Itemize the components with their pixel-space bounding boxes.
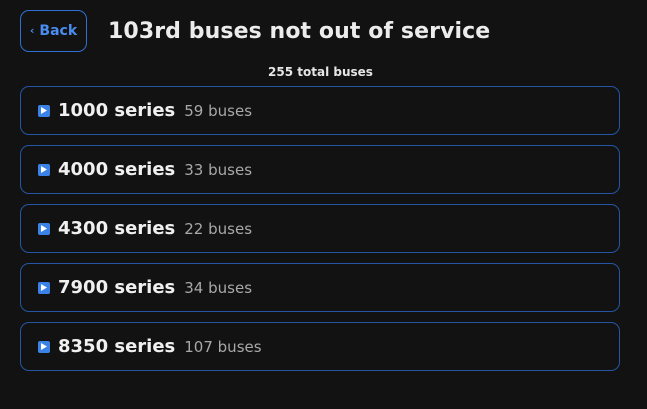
page-title: 103rd buses not out of service: [108, 18, 491, 44]
series-name: 4000 series: [58, 159, 176, 180]
header: ‹ Back 103rd buses not out of service: [20, 9, 620, 53]
series-name: 8350 series: [58, 336, 176, 357]
play-icon: [38, 104, 50, 117]
series-count: 22 buses: [184, 219, 253, 238]
series-item-1000[interactable]: 1000 series 59 buses: [20, 86, 620, 135]
page: ‹ Back 103rd buses not out of service 25…: [0, 9, 647, 409]
play-icon: [38, 340, 50, 353]
total-buses-count: 255 total buses: [268, 65, 373, 79]
series-count: 33 buses: [184, 160, 253, 179]
back-label: Back: [39, 23, 78, 39]
series-count: 34 buses: [184, 278, 253, 297]
series-count: 107 buses: [184, 337, 262, 356]
series-list: 1000 series 59 buses 4000 series 33 buse…: [20, 86, 620, 371]
series-item-4300[interactable]: 4300 series 22 buses: [20, 204, 620, 253]
chevron-left-icon: ‹: [29, 23, 35, 37]
play-icon: [38, 281, 50, 294]
series-item-8350[interactable]: 8350 series 107 buses: [20, 322, 620, 371]
play-icon: [38, 222, 50, 235]
series-name: 4300 series: [58, 218, 176, 239]
series-item-7900[interactable]: 7900 series 34 buses: [20, 263, 620, 312]
play-icon: [38, 163, 50, 176]
series-name: 1000 series: [58, 100, 176, 121]
series-name: 7900 series: [58, 277, 176, 298]
series-count: 59 buses: [184, 101, 253, 120]
back-button[interactable]: ‹ Back: [20, 10, 87, 52]
series-item-4000[interactable]: 4000 series 33 buses: [20, 145, 620, 194]
